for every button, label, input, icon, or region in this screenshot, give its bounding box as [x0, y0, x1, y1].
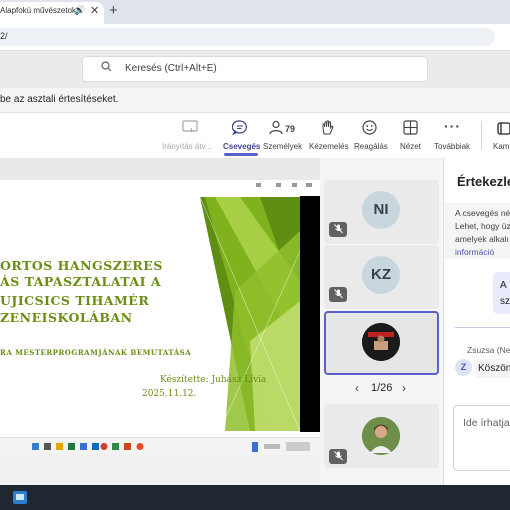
new-tab-button[interactable]: +	[109, 2, 118, 19]
slide-title-line2: ÁS TAPASZTALATAI A	[0, 274, 162, 289]
chat-message-bubble	[493, 272, 510, 314]
stage-bottom	[0, 455, 320, 485]
message-sender: Zsuzsa (Ner	[467, 345, 510, 355]
notification-text: be az asztali értesítéseket.	[0, 94, 119, 105]
pager-next-icon[interactable]: ›	[402, 381, 406, 395]
share-control-button[interactable]: Irányítás átv...	[162, 142, 212, 151]
mic-muted-icon	[329, 222, 347, 237]
slide-subtitle: RA MESTERPROGRAMJÁNAK BEMUTATÁSA	[0, 348, 192, 357]
raise-hand-button[interactable]: Kézemelés	[309, 142, 349, 151]
camera-icon[interactable]	[497, 121, 510, 139]
chat-message-text: sz	[500, 296, 510, 307]
chat-info-link[interactable]: információ	[455, 247, 494, 257]
pager-prev-icon[interactable]: ‹	[355, 381, 359, 395]
chat-info-line2: Lehet, hogy üz	[455, 221, 510, 231]
remote-desktop-icon-screen	[16, 494, 24, 500]
grid-view-icon[interactable]	[403, 120, 418, 138]
search-placeholder: Keresés (Ctrl+Alt+E)	[125, 63, 217, 74]
windows-taskbar	[0, 485, 510, 510]
chat-message-text: A	[500, 280, 507, 291]
avatar: KZ	[362, 256, 400, 294]
compose-box[interactable]	[453, 405, 510, 471]
address-field[interactable]	[0, 28, 495, 46]
shared-screen-taskbar	[0, 437, 320, 456]
slide-title-line4: ZENEISKOLÁBAN	[0, 310, 133, 325]
people-count: 79	[285, 124, 296, 134]
avatar: Z	[455, 359, 472, 376]
react-button[interactable]: Reagálás	[354, 142, 388, 151]
more-button[interactable]: Továbbiak	[434, 142, 470, 151]
slide-date: 2025.11.12.	[142, 389, 197, 399]
compose-placeholder: Ide írhatja	[463, 417, 510, 429]
slide-title-line1: ORTOS HANGSZERES	[0, 258, 163, 273]
chat-info-line1: A csevegés né	[455, 208, 510, 218]
share-control-icon[interactable]	[182, 120, 198, 138]
active-tab-indicator	[224, 153, 258, 156]
avatar	[362, 323, 400, 361]
slide-author: Készítette: Juhász Lívia	[160, 375, 267, 385]
address-text[interactable]: 2/	[0, 31, 8, 41]
chat-icon[interactable]	[231, 120, 248, 138]
view-button[interactable]: Nézet	[400, 142, 421, 151]
tab-title: Alapfokú művészetokt	[0, 6, 79, 15]
people-icon[interactable]	[268, 120, 284, 138]
slide-title-line3: UJICSICS TIHAMÉR	[0, 293, 150, 308]
slide-black-bar	[300, 196, 320, 432]
tab-close-icon[interactable]: ✕	[90, 4, 99, 17]
more-icon[interactable]: ···	[444, 118, 461, 134]
raise-hand-icon[interactable]	[320, 120, 335, 138]
chat-info-line3: amelyek alkalı	[455, 234, 509, 244]
stage-top-bar	[0, 158, 320, 180]
camera-button[interactable]: Kam	[493, 142, 509, 151]
people-button[interactable]: Személyek	[263, 142, 302, 151]
mic-muted-icon	[329, 449, 347, 464]
avatar	[362, 417, 400, 455]
avatar: NI	[362, 191, 400, 229]
chat-title: Értekezle	[457, 174, 510, 189]
chat-message-text: Köszön	[478, 363, 510, 374]
chat-button[interactable]: Csevegés	[223, 142, 260, 151]
search-icon	[101, 61, 112, 75]
mic-muted-icon	[329, 287, 347, 302]
emoji-icon[interactable]	[362, 120, 377, 138]
new-messages-divider	[455, 327, 510, 328]
toolbar-separator	[481, 121, 482, 149]
pager-text: 1/26	[371, 382, 393, 394]
speaker-icon[interactable]: 🔊	[74, 5, 85, 16]
